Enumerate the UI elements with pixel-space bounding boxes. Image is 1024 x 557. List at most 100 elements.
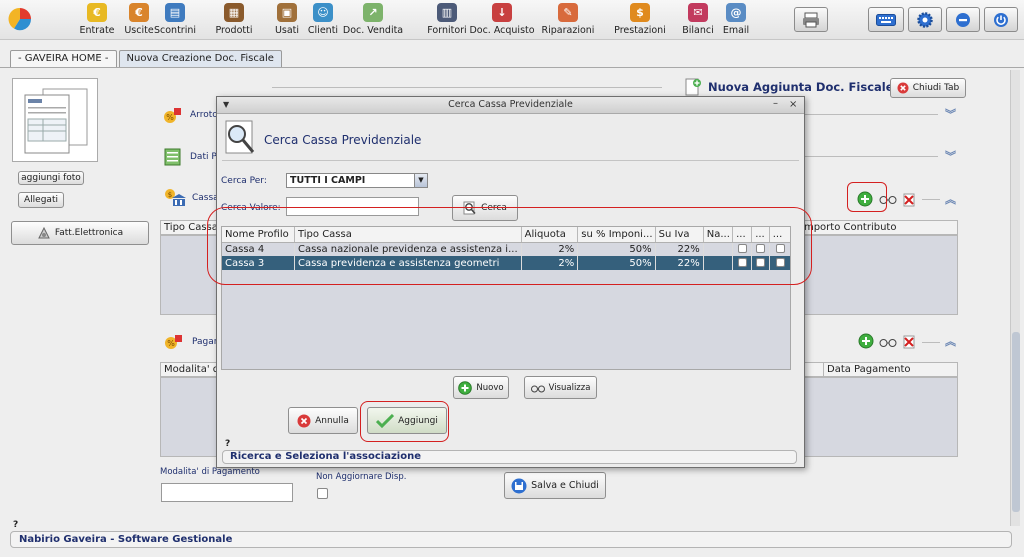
toolbar-item-email[interactable]: @ Email [708, 3, 764, 36]
cassa-delete-icon[interactable] [902, 193, 916, 210]
cancel-button[interactable]: Annulla [288, 407, 358, 434]
document-tabs: - GAVEIRA HOME - Nuova Creazione Doc. Fi… [10, 50, 284, 68]
svg-text:%: % [166, 113, 174, 122]
table-cell-imponibile: 50% [577, 242, 656, 256]
payments-delete-icon[interactable] [902, 335, 916, 352]
results-column-header[interactable]: ... [751, 227, 770, 243]
toolbar-item-doc-vendita[interactable]: ↗ Doc. Vendita [343, 3, 403, 36]
search-value-input[interactable] [286, 197, 419, 216]
results-column-header[interactable]: Nome Profilo [222, 227, 295, 243]
gear-icon [917, 11, 933, 28]
table-row[interactable]: Cassa 3 Cassa previdenza e assistenza geo… [222, 256, 790, 270]
e-invoice-button[interactable]: Fatt.Elettronica [11, 221, 149, 245]
dialog-titlebar[interactable]: ▼ Cerca Cassa Previdenziale – × [217, 97, 804, 114]
payment-mode-input[interactable] [161, 483, 293, 502]
data-section-icon [164, 148, 182, 166]
new-button[interactable]: Nuovo [453, 376, 509, 399]
add-button[interactable]: Aggiungi [367, 407, 447, 434]
tab-home[interactable]: - GAVEIRA HOME - [10, 50, 117, 68]
settings-button[interactable] [908, 7, 942, 32]
close-tab-button[interactable]: Chiudi Tab [890, 78, 966, 98]
rounding-section-icon: % [163, 106, 183, 124]
table-cell-tipo: Cassa nazionale previdenza e assistenza … [294, 242, 522, 256]
row-checkbox[interactable] [737, 258, 747, 267]
box-icon: ▣ [277, 3, 297, 22]
payments-section-icon: % [164, 333, 184, 351]
toolbar-item-prestazioni[interactable]: $ Prestazioni [612, 3, 668, 36]
page-scrollbar-thumb[interactable] [1012, 332, 1020, 512]
add-photo-button[interactable]: aggiungi foto [18, 171, 84, 185]
row-checkbox[interactable] [755, 258, 765, 267]
dialog-help-mark[interactable]: ? [225, 439, 230, 449]
chevron-down-icon[interactable]: ▼ [414, 174, 427, 187]
coin-out-icon: € [129, 3, 149, 22]
table-cell-flag [732, 256, 753, 270]
keyboard-button[interactable] [868, 7, 904, 32]
add-icon [458, 380, 473, 395]
dialog-minimize-icon[interactable]: – [773, 96, 778, 112]
results-column-header[interactable]: ... [732, 227, 753, 243]
search-by-select[interactable]: TUTTI I CAMPI ▼ [286, 173, 428, 188]
title-divider [272, 87, 662, 88]
main-toolbar: € Entrate € Uscite ▤ Scontrini ▦ Prodotti ▣ Usati… [0, 0, 1024, 40]
results-column-header[interactable]: su % Imponi... [577, 227, 656, 243]
power-button[interactable] [984, 7, 1018, 32]
minimize-button[interactable] [946, 7, 980, 32]
dialog-heading: Cerca Cassa Previdenziale [264, 133, 422, 147]
toolbar-item-label: Entrate [79, 25, 115, 36]
row-checkbox[interactable] [775, 258, 785, 267]
supplier-icon: ▥ [437, 3, 457, 22]
cassa-add-button[interactable] [855, 190, 875, 208]
toolbar-item-doc-acquisto[interactable]: ↓ Doc. Acquisto [469, 3, 535, 36]
search-button[interactable]: Cerca [452, 195, 518, 221]
no-update-checkbox[interactable] [317, 488, 328, 499]
cassa-view-icon[interactable] [879, 193, 897, 208]
payment-mode-label: Modalita' di Pagamento [160, 467, 260, 477]
payments-view-icon[interactable] [879, 336, 897, 351]
cassa-divider [922, 199, 940, 200]
rounding-expand-icon[interactable]: ︾ [945, 106, 956, 122]
payments-collapse-icon[interactable]: ︽ [945, 333, 956, 349]
row-checkbox[interactable] [755, 244, 765, 254]
payments-add-button[interactable] [857, 332, 875, 350]
attachments-button[interactable]: Allegati [18, 192, 64, 208]
table-row[interactable]: Cassa 4 Cassa nazionale previdenza e assi… [222, 242, 790, 256]
save-close-button[interactable]: Salva e Chiudi [504, 472, 606, 499]
cassa-collapse-icon[interactable]: ︽ [945, 191, 956, 207]
row-checkbox[interactable] [775, 244, 785, 254]
table-cell-imponibile: 50% [577, 256, 656, 270]
toolbar-item-riparazioni[interactable]: ✎ Riparazioni [540, 3, 596, 36]
toolbar-item-prodotti[interactable]: ▦ Prodotti [206, 3, 262, 36]
results-column-header[interactable]: Tipo Cassa [294, 227, 522, 243]
toolbar-item-label: Doc. Acquisto [469, 25, 535, 36]
status-bar: Nabirio Gaveira - Software Gestionale [10, 531, 1012, 548]
toolbar-item-fornitori[interactable]: ▥ Fornitori [419, 3, 475, 36]
results-column-header[interactable]: Su Iva [655, 227, 704, 243]
dialog-status-text: Ricerca e Seleziona l'associazione [230, 451, 421, 462]
results-column-header[interactable]: Aliquota [521, 227, 579, 243]
add-icon [857, 191, 873, 207]
results-column-header[interactable]: Na... [703, 227, 734, 243]
search-cassa-dialog: ▼ Cerca Cassa Previdenziale – × Cerca Ca… [216, 96, 805, 468]
toolbar-item-label: Scontrini [153, 25, 197, 36]
view-button[interactable]: Visualizza [524, 376, 597, 399]
tab-new-fiscal-doc[interactable]: Nuova Creazione Doc. Fiscale [118, 50, 282, 68]
row-checkbox[interactable] [737, 244, 747, 254]
page-scrollbar[interactable] [1010, 70, 1020, 526]
print-button[interactable] [794, 7, 828, 32]
table-cell-flag [751, 242, 770, 256]
results-column-header[interactable]: ... [769, 227, 790, 243]
help-mark[interactable]: ? [13, 520, 18, 530]
payments-col-modalita: Modalita' di [164, 364, 222, 375]
glasses-icon [530, 385, 545, 392]
app-logo-icon[interactable] [8, 7, 32, 31]
document-thumbnail [12, 78, 98, 162]
data-section-title: Dati P [190, 152, 217, 162]
results-header-row: Nome Profilo Tipo Cassa Aliquota su % Impon… [222, 227, 790, 243]
dialog-close-icon[interactable]: × [789, 97, 797, 113]
checkmark-icon [376, 413, 395, 428]
data-expand-icon[interactable]: ︾ [945, 148, 956, 164]
keyboard-icon [876, 13, 896, 26]
window-menu-icon[interactable]: ▼ [223, 97, 229, 113]
toolbar-item-scontrini[interactable]: ▤ Scontrini [147, 3, 203, 36]
